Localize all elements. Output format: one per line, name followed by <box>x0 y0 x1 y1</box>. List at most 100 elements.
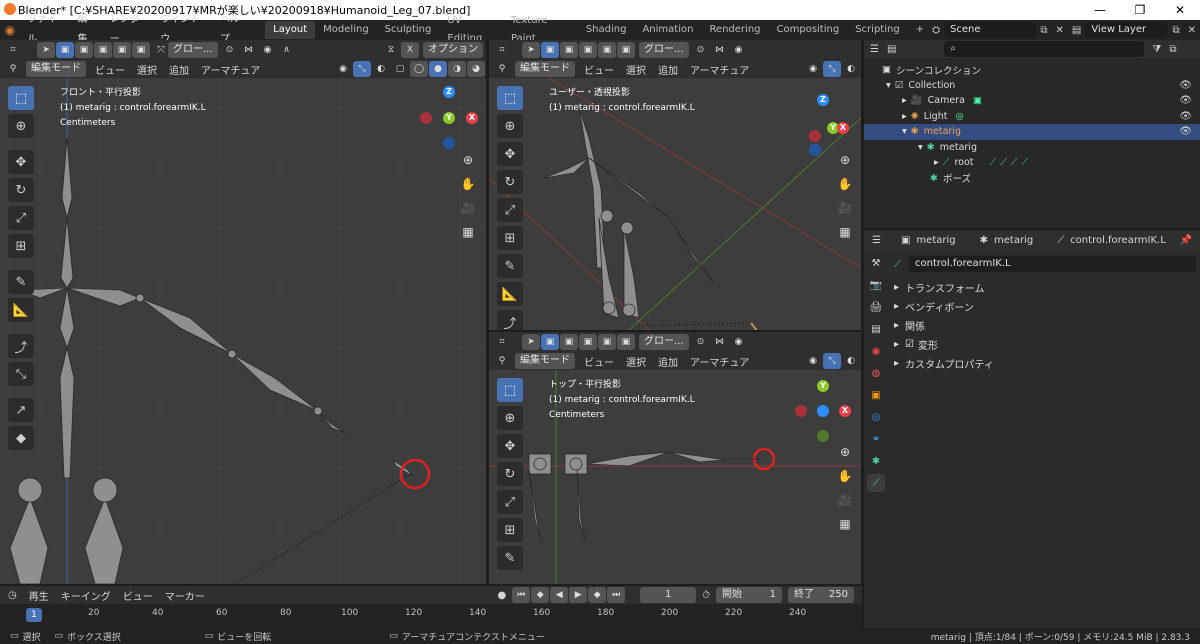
expand-icon[interactable]: ▸ <box>894 301 899 312</box>
mode-subtract-icon[interactable]: ▣ <box>94 42 112 58</box>
mode-new-icon[interactable]: ▣ <box>541 42 559 58</box>
zoom-icon[interactable]: ⊕ <box>835 150 855 170</box>
pan-hand-icon[interactable]: ✋ <box>835 466 855 486</box>
new-collection-icon[interactable]: ⧉ <box>1169 44 1176 55</box>
constraint-tab-icon[interactable]: ⚭ <box>867 430 885 448</box>
armature-mode-icon[interactable]: ⚲ <box>4 61 22 77</box>
bone-size-tool[interactable]: ⤡ <box>8 362 34 386</box>
menu-add[interactable]: 追加 <box>652 354 684 369</box>
menu-view[interactable]: ビュー <box>89 62 131 77</box>
tab-rendering[interactable]: Rendering <box>701 21 768 39</box>
tab-animation[interactable]: Animation <box>634 21 701 39</box>
current-frame-field[interactable]: 1 <box>640 587 697 603</box>
overlay-icon[interactable]: ◐ <box>842 61 860 77</box>
expand-icon[interactable]: ▸ <box>894 282 899 293</box>
scene-icon[interactable]: ⛭ <box>932 25 940 36</box>
expand-icon[interactable]: ▸ <box>894 339 899 350</box>
rotate-tool[interactable]: ↻ <box>497 170 523 194</box>
zoom-icon[interactable]: ⊕ <box>835 442 855 462</box>
menu-keying[interactable]: キーイング <box>55 588 117 603</box>
x-mirror-icon[interactable]: ⧖ <box>382 42 400 58</box>
expand-icon[interactable]: ▸ <box>902 95 907 106</box>
axis-y-icon[interactable]: Y <box>443 112 455 124</box>
visibility-icon[interactable]: ◉ <box>804 353 822 369</box>
orientation-dropdown[interactable]: グロー... <box>168 42 218 58</box>
options-dropdown[interactable]: オプション <box>423 42 483 58</box>
bone-tab-icon[interactable]: ⟋ <box>867 474 885 492</box>
maximize-button[interactable]: ❐ <box>1120 0 1160 20</box>
tab-layout[interactable]: Layout <box>265 21 316 39</box>
move-tool[interactable]: ✥ <box>8 150 34 174</box>
output-tab-icon[interactable]: 🖨 <box>867 298 885 316</box>
mode-intersect-icon[interactable]: ▣ <box>617 42 635 58</box>
cursor-tool[interactable]: ⊕ <box>8 114 34 138</box>
snap-icon[interactable]: ⋈ <box>240 42 258 58</box>
scene-field[interactable]: Scene <box>944 22 1037 38</box>
mode-intersect-icon[interactable]: ▣ <box>132 42 150 58</box>
world-tab-icon[interactable]: ◍ <box>867 364 885 382</box>
light-data-icon[interactable]: ◎ <box>955 111 963 122</box>
menu-armature[interactable]: アーマチュア <box>195 62 266 77</box>
axis-neg-z-icon[interactable] <box>443 137 455 149</box>
new-layer-icon[interactable]: ⧉ <box>1172 25 1179 36</box>
select-tool-icon[interactable]: ➤ <box>522 42 540 58</box>
shading-render-icon[interactable]: ◕ <box>467 61 485 77</box>
falloff-icon[interactable]: ∧ <box>278 42 296 58</box>
snap-icon[interactable]: ⋈ <box>711 334 729 350</box>
axis-gizmo[interactable]: Y X <box>795 378 855 448</box>
armature-mode-icon[interactable]: ⚲ <box>493 353 511 369</box>
rotate-tool[interactable]: ↻ <box>497 462 523 486</box>
viewport-top[interactable]: ⌗ ➤ ▣ ▣ ▣ ▣ ▣ グロー... ⊙ ⋈ ◉ ⚲ 編集モード ビュー 選… <box>489 332 861 584</box>
proportional-icon[interactable]: ◉ <box>730 334 748 350</box>
scene-tab-icon[interactable]: ◉ <box>867 342 885 360</box>
expand-icon[interactable]: ▸ <box>894 320 899 331</box>
mode-new-icon[interactable]: ▣ <box>56 42 74 58</box>
editor-type-icon[interactable]: ◷ <box>8 590 17 601</box>
armature-data-tab-icon[interactable]: ✱ <box>867 452 885 470</box>
checkbox-icon[interactable]: ☑ <box>895 80 904 91</box>
bone-name-field[interactable]: control.forearmIK.L <box>909 256 1196 272</box>
expand-icon[interactable]: ▸ <box>902 111 907 122</box>
select-box-tool[interactable]: ⬚ <box>497 86 523 110</box>
object-tab-icon[interactable]: ▣ <box>867 386 885 404</box>
ortho-grid-icon[interactable]: ▦ <box>835 514 855 534</box>
physics-tab-icon[interactable]: ◎ <box>867 408 885 426</box>
playhead[interactable]: 1 <box>26 608 42 622</box>
tab-scripting[interactable]: Scripting <box>847 21 907 39</box>
xray-icon[interactable]: ▢ <box>391 61 409 77</box>
ortho-grid-icon[interactable]: ▦ <box>835 222 855 242</box>
pivot-icon[interactable]: ⊙ <box>692 42 710 58</box>
select-tool-icon[interactable]: ➤ <box>37 42 55 58</box>
view-layer-field[interactable]: View Layer <box>1085 22 1169 38</box>
scale-tool[interactable]: ⤢ <box>8 206 34 230</box>
eye-icon[interactable]: 👁 <box>1179 95 1192 106</box>
menu-view[interactable]: ビュー <box>117 588 159 603</box>
play-icon[interactable]: ▶ <box>569 587 588 603</box>
outliner-row[interactable]: ▾ ☑ Collection 👁 <box>864 78 1200 94</box>
mode-invert-icon[interactable]: ▣ <box>598 334 616 350</box>
x-toggle[interactable]: X <box>401 42 419 58</box>
scale-tool[interactable]: ⤢ <box>497 490 523 514</box>
viewport-perspective[interactable]: ⌗ ➤ ▣ ▣ ▣ ▣ ▣ グロー... ⊙ ⋈ ◉ ⚲ 編集モード ビュー 選… <box>489 40 861 330</box>
tab-compositing[interactable]: Compositing <box>769 21 848 39</box>
render-tab-icon[interactable]: 📷 <box>867 276 885 294</box>
mode-extend-icon[interactable]: ▣ <box>560 42 578 58</box>
viewport-front[interactable]: ⌗ ➤ ▣ ▣ ▣ ▣ ▣ ⤧ グロー... ⊙ ⋈ ◉ ∧ ⧖ X オプション… <box>0 40 486 584</box>
ortho-grid-icon[interactable]: ▦ <box>458 222 478 242</box>
transform-tool[interactable]: ⊞ <box>8 234 34 258</box>
editor-type-icon[interactable]: ☰ <box>872 235 881 246</box>
child-bones-icon[interactable]: ⟋⟋⟋⟋ <box>989 157 1032 168</box>
mode-subtract-icon[interactable]: ▣ <box>579 42 597 58</box>
menu-armature[interactable]: アーマチュア <box>684 354 755 369</box>
snap-icon[interactable]: ⋈ <box>711 42 729 58</box>
display-mode-icon[interactable]: ▤ <box>887 44 896 55</box>
overlay-icon[interactable]: ◐ <box>372 61 390 77</box>
axis-neg-x-icon[interactable] <box>420 112 432 124</box>
extrude-tool[interactable]: ↗ <box>8 398 34 422</box>
menu-add[interactable]: 追加 <box>163 62 195 77</box>
mode-dropdown[interactable]: 編集モード <box>515 61 575 77</box>
add-workspace-button[interactable]: + <box>908 21 932 39</box>
remove-layer-icon[interactable]: ✕ <box>1188 25 1196 36</box>
remove-scene-icon[interactable]: ✕ <box>1055 25 1063 36</box>
camera-view-icon[interactable]: 🎥 <box>458 198 478 218</box>
